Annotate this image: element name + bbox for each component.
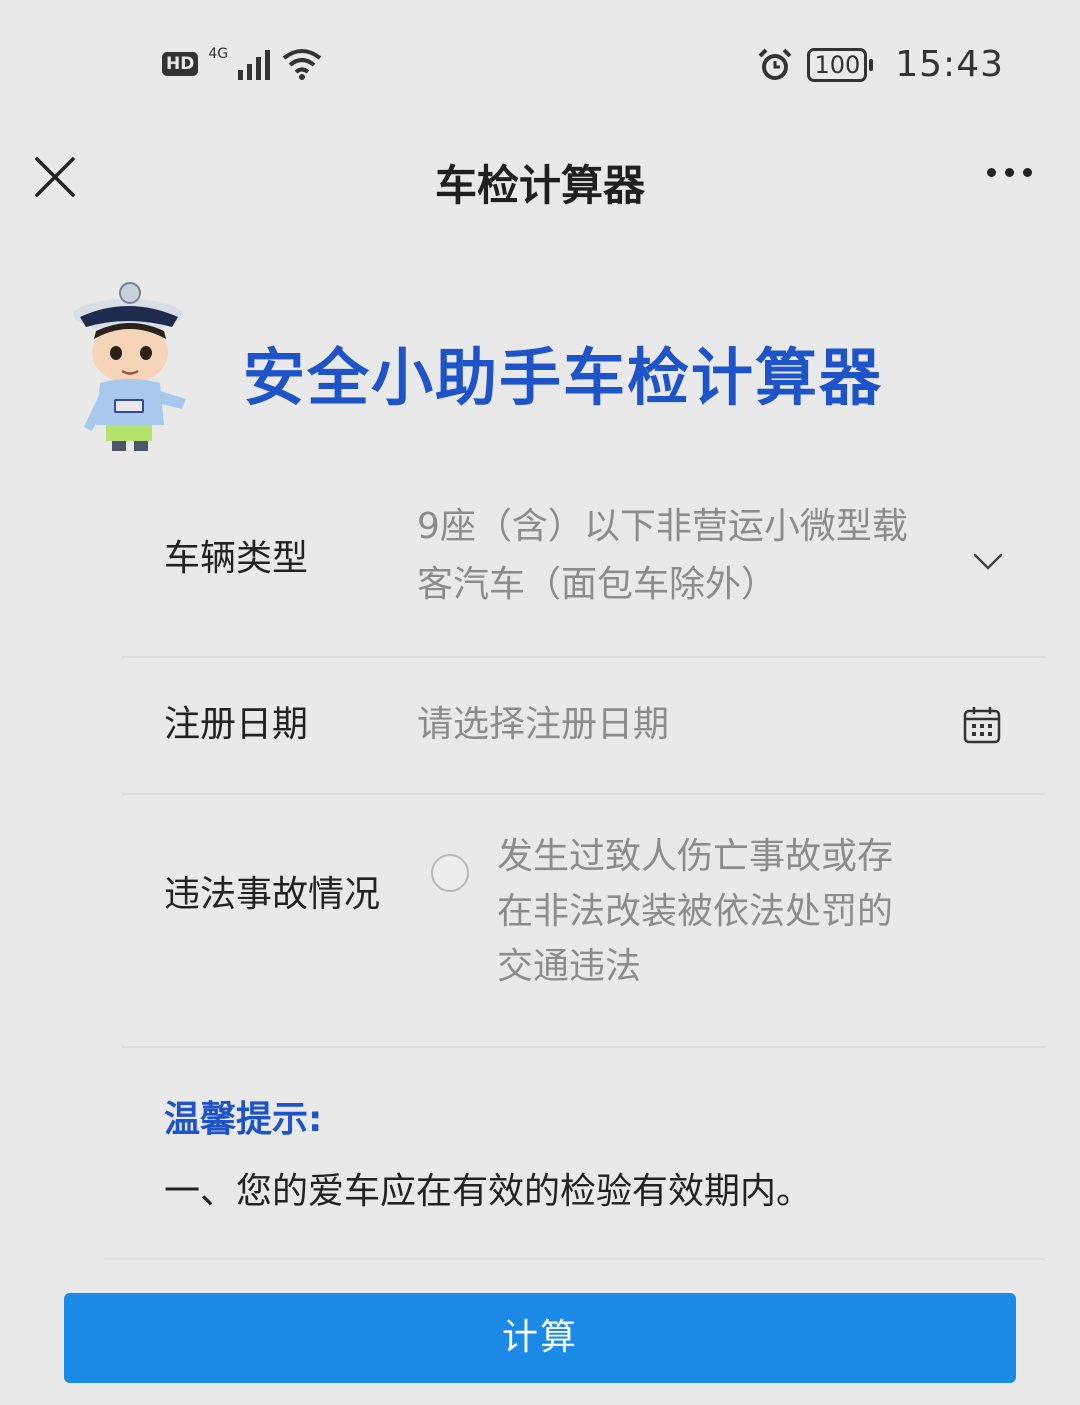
status-right: 100 15:43 [757, 44, 1004, 85]
more-dot [1023, 168, 1032, 177]
register-date-placeholder[interactable]: 请选择注册日期 [417, 696, 669, 754]
clock: 15:43 [895, 44, 1004, 85]
tips-line-1: 一、您的爱车应在有效的检验有效期内。 [164, 1171, 813, 1212]
banner-title: 安全小助手车检计算器 [243, 341, 884, 414]
violation-radio[interactable] [431, 854, 469, 892]
wifi-icon [282, 49, 322, 80]
status-left: HD 4G [162, 46, 322, 80]
alarm-icon [759, 48, 792, 80]
vehicle-type-field[interactable]: 车辆类型 9座（含）以下非营运小微型载客汽车（面包车除外） [122, 488, 1045, 658]
tips-section: 温馨提示: 一、您的爱车应在有效的检验有效期内。 [104, 1048, 1045, 1260]
nav-bar: 车检计算器 [0, 130, 1080, 230]
police-mascot-image [73, 282, 186, 451]
calculate-button[interactable]: 计算 [64, 1293, 1016, 1383]
more-dot [1005, 168, 1014, 177]
violation-option-text[interactable]: 发生过致人伤亡事故或存在非法改装被依法处罚的交通违法 [497, 829, 927, 994]
header-banner: 安全小助手车检计算器 [60, 275, 1020, 455]
calendar-icon[interactable] [963, 706, 1001, 744]
vehicle-type-label: 车辆类型 [164, 538, 309, 579]
violation-label: 违法事故情况 [164, 874, 381, 915]
network-type: 4G [208, 46, 229, 62]
tips-title: 温馨提示: [164, 1099, 323, 1140]
hd-badge: HD [162, 52, 199, 76]
chevron-down-icon[interactable] [973, 546, 1003, 576]
more-icon[interactable] [987, 168, 1032, 177]
vehicle-type-value[interactable]: 9座（含）以下非营运小微型载客汽车（面包车除外） [417, 498, 937, 614]
more-dot [987, 168, 996, 177]
status-bar: HD 4G 100 15:43 [0, 0, 1080, 130]
register-date-field[interactable]: 注册日期 请选择注册日期 [122, 658, 1045, 795]
signal-icon [238, 50, 271, 80]
battery-icon: 100 [807, 47, 874, 82]
register-date-label: 注册日期 [164, 704, 309, 745]
page-title: 车检计算器 [434, 161, 645, 210]
violation-field: 违法事故情况 发生过致人伤亡事故或存在非法改装被依法处罚的交通违法 [122, 795, 1045, 1048]
